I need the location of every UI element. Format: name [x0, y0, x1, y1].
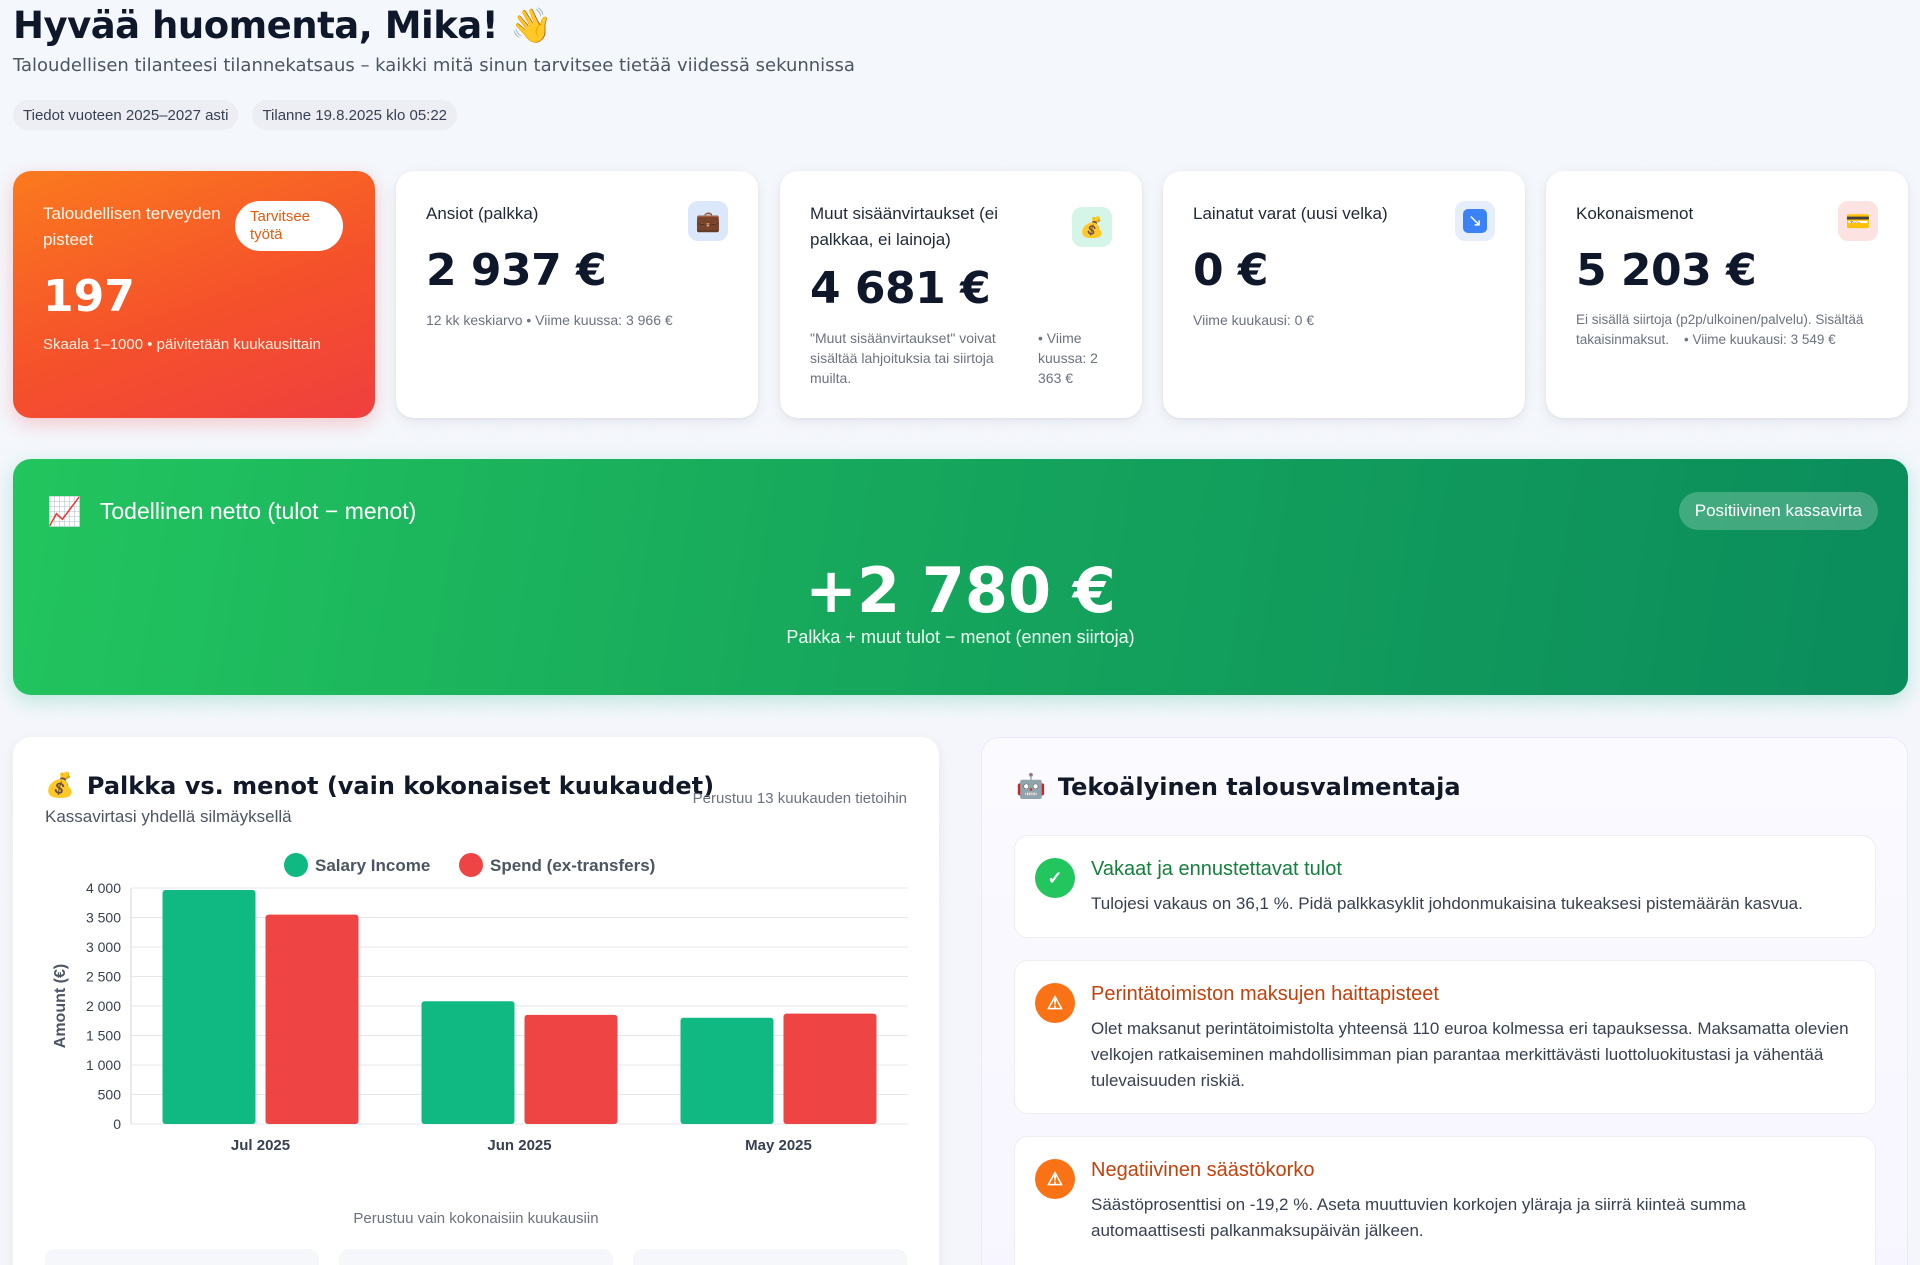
money-bag-icon: 💰	[45, 772, 75, 799]
y-tick-label: 1 500	[86, 1028, 121, 1044]
page-subtitle: Taloudellisen tilanteesi tilannekatsaus …	[13, 55, 855, 76]
net-cashflow-banner: 📈 Todellinen netto (tulot − menot) Posit…	[13, 459, 1908, 695]
other-inflows-value: 4 681 €	[810, 263, 991, 314]
chart-footnote: Perustuu vain kokonaisiin kuukausiin	[353, 1210, 599, 1227]
net-cashflow-value: +2 780 €	[805, 554, 1116, 627]
warning-icon: ⚠	[1035, 1159, 1075, 1199]
spend-bar	[524, 1014, 618, 1124]
x-tick-label: Jun 2025	[487, 1137, 551, 1154]
y-tick-label: 2 000	[86, 998, 121, 1014]
ai-coach-panel: 🤖 Tekoälyinen talousvalmentaja ✓ Vakaat …	[981, 737, 1908, 1265]
coach-tip-stable-income[interactable]: ✓ Vakaat ja ennustettavat tulot Tulojesi…	[1014, 835, 1876, 938]
financial-health-card[interactable]: Taloudellisen terveyden pisteet Tarvitse…	[13, 171, 375, 418]
salary-bar	[680, 1017, 774, 1124]
earnings-value: 2 937 €	[426, 245, 607, 296]
ai-coach-title: Tekoälyinen talousvalmentaja	[1057, 772, 1461, 801]
tip-body: Säästöprosenttisi on -19,2 %. Aseta muut…	[1091, 1195, 1746, 1240]
borrowed-funds-note: Viime kuukausi: 0 €	[1193, 312, 1315, 328]
waving-hand-icon: 👋	[510, 6, 553, 45]
status-time-chip: Tilanne 19.8.2025 klo 05:22	[252, 100, 458, 130]
health-card-title: Taloudellisen terveyden pisteet	[43, 204, 221, 249]
x-tick-label: May 2025	[745, 1137, 812, 1154]
other-inflows-note: "Muut sisäänvirtaukset" voivat sisältää …	[810, 330, 996, 386]
warning-icon: ⚠	[1035, 983, 1075, 1023]
other-inflows-last-month: • Viime kuussa: 2 363 €	[1038, 330, 1098, 386]
chart-panel-subtitle: Kassavirtasi yhdellä silmäyksellä	[45, 807, 292, 826]
chart-data-basis: Perustuu 13 kuukauden tietoihin	[692, 790, 907, 807]
legend-label: Spend (ex-transfers)	[490, 856, 655, 875]
coach-tip-collection-fees[interactable]: ⚠ Perintätoimiston maksujen haittapistee…	[1014, 960, 1876, 1114]
data-range-chip: Tiedot vuoteen 2025–2027 asti	[13, 100, 239, 130]
check-icon: ✓	[1035, 858, 1075, 898]
credit-card-icon: 💳	[1838, 201, 1878, 241]
net-cashflow-header: 📈 Todellinen netto (tulot − menot)	[47, 495, 416, 528]
info-chips: Tiedot vuoteen 2025–2027 asti Tilanne 19…	[13, 100, 458, 130]
y-tick-label: 500	[98, 1087, 122, 1103]
net-cashflow-formula: Palkka + muut tulot − menot (ennen siirt…	[786, 627, 1135, 647]
summary-tile	[339, 1249, 613, 1265]
spend-bar	[783, 1013, 877, 1124]
total-spend-title: Kokonaismenot	[1576, 204, 1694, 223]
y-tick-label: 2 500	[86, 969, 121, 985]
y-tick-label: 3 000	[86, 939, 121, 955]
net-cashflow-title: Todellinen netto (tulot − menot)	[99, 498, 417, 524]
spend-bar	[265, 914, 359, 1124]
briefcase-icon: 💼	[688, 201, 728, 241]
earnings-note: 12 kk keskiarvo • Viime kuussa: 3 966 €	[426, 312, 673, 328]
arrow-down-right-icon: ↘	[1455, 201, 1495, 241]
y-tick-label: 0	[113, 1116, 121, 1132]
salary-bar	[421, 1001, 515, 1124]
salary-vs-spend-chart[interactable]: Salary Income Spend (ex-transfers) 0 500 1 0…	[13, 837, 939, 1207]
total-spend-value: 5 203 €	[1576, 245, 1757, 296]
health-scale-note: Skaala 1–1000 • päivitetään kuukausittai…	[43, 336, 321, 353]
other-inflows-notes: "Muut sisäänvirtaukset" voivat sisältää …	[810, 328, 1112, 388]
robot-icon: 🤖	[1016, 773, 1046, 800]
tip-title: Vakaat ja ennustettavat tulot	[1091, 858, 1342, 880]
other-inflows-card[interactable]: Muut sisäänvirtaukset (ei palkkaa, ei la…	[780, 171, 1142, 418]
summary-tiles	[45, 1249, 907, 1265]
y-tick-label: 3 500	[86, 910, 121, 926]
y-tick-label: 1 000	[86, 1057, 121, 1073]
tip-title: Perintätoimiston maksujen haittapisteet	[1091, 983, 1439, 1005]
coach-tip-negative-savings[interactable]: ⚠ Negatiivinen säästökorko Säästöprosent…	[1014, 1136, 1876, 1265]
tip-title: Negatiivinen säästökorko	[1091, 1159, 1315, 1181]
chart-panel-title: Palkka vs. menot (vain kokonaiset kuukau…	[86, 771, 715, 800]
health-status-badge: Tarvitsee työtä	[235, 201, 343, 251]
health-score-value: 197	[43, 271, 135, 322]
arrow-glyph: ↘	[1463, 209, 1487, 233]
summary-tile	[633, 1249, 907, 1265]
earnings-title: Ansiot (palkka)	[426, 204, 539, 223]
earnings-card[interactable]: Ansiot (palkka) 💼 2 937 € 12 kk keskiarv…	[396, 171, 758, 418]
page-title: Hyvää huomenta, Mika!	[13, 4, 499, 47]
x-tick-label: Jul 2025	[231, 1137, 290, 1154]
y-tick-label: 4 000	[86, 880, 121, 896]
total-spend-card[interactable]: Kokonaismenot 💳 5 203 € Ei sisällä siirt…	[1546, 171, 1908, 418]
y-axis-label: Amount (€)	[52, 964, 69, 1048]
legend-label: Salary Income	[315, 856, 430, 875]
greeting: Hyvää huomenta, Mika! 👋	[13, 4, 553, 47]
borrowed-funds-title: Lainatut varat (uusi velka)	[1193, 204, 1388, 223]
legend-swatch	[284, 853, 308, 877]
salary-bar	[162, 890, 256, 1124]
borrowed-funds-card[interactable]: Lainatut varat (uusi velka) ↘ 0 € Viime …	[1163, 171, 1525, 418]
other-inflows-title: Muut sisäänvirtaukset (ei palkkaa, ei la…	[810, 204, 999, 249]
total-spend-note: Ei sisällä siirtoja (p2p/ulkoinen/palvel…	[1576, 312, 1868, 347]
ai-coach-header: 🤖 Tekoälyinen talousvalmentaja	[1016, 772, 1461, 801]
chart-increasing-icon: 📈	[47, 496, 82, 527]
summary-tile	[45, 1249, 319, 1265]
money-bag-icon: 💰	[1072, 207, 1112, 247]
tip-body: Tulojesi vakaus on 36,1 %. Pidä palkkasy…	[1091, 894, 1803, 913]
salary-vs-spend-panel: 💰 Palkka vs. menot (vain kokonaiset kuuk…	[13, 737, 939, 1265]
legend-swatch	[459, 853, 483, 877]
chart-panel-header: 💰 Palkka vs. menot (vain kokonaiset kuuk…	[45, 771, 714, 800]
tip-body: Olet maksanut perintätoimistolta yhteens…	[1091, 1019, 1849, 1090]
borrowed-funds-value: 0 €	[1193, 245, 1269, 296]
positive-cashflow-badge: Positiivinen kassavirta	[1678, 492, 1878, 530]
